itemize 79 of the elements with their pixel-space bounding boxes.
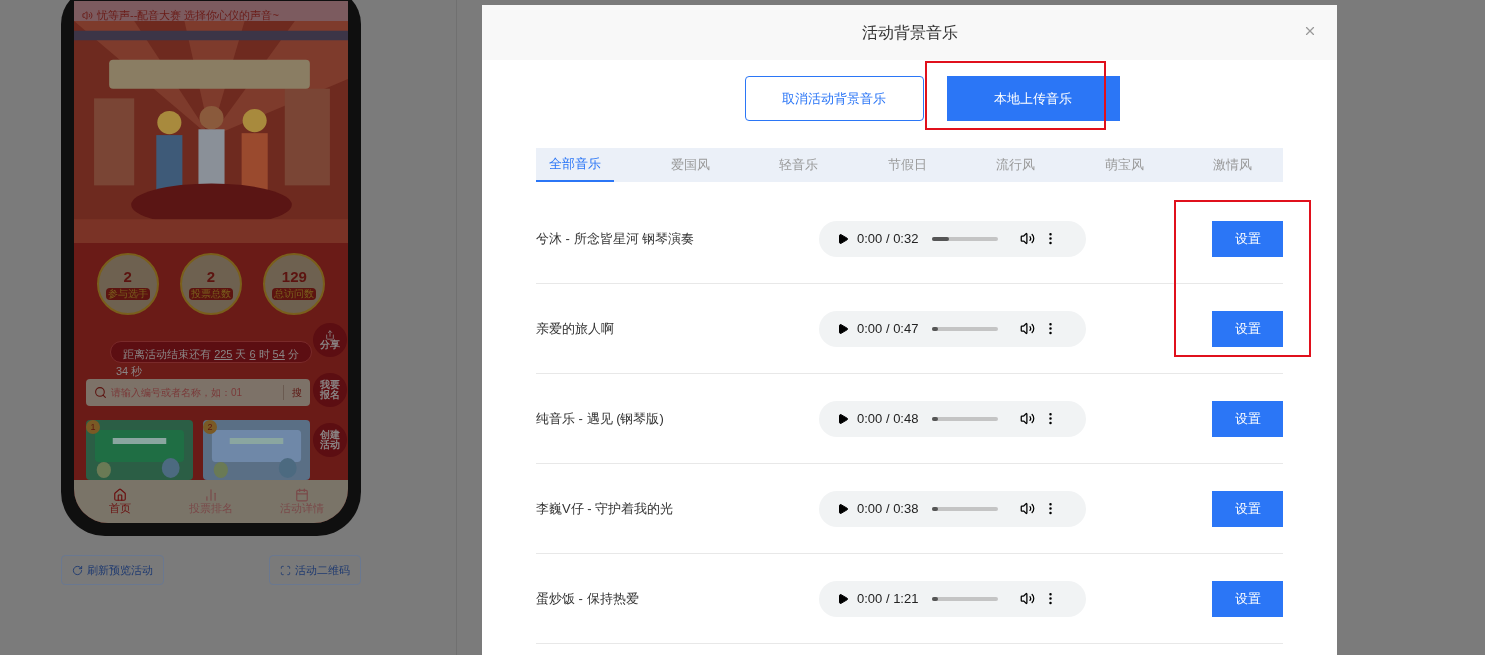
cancel-button[interactable]: 取消活动背景音乐 xyxy=(744,76,924,121)
countdown-seconds: 34 秒 xyxy=(116,366,144,378)
search-icon xyxy=(94,386,107,400)
play-icon[interactable] xyxy=(837,412,849,425)
category-tab[interactable]: 萌宝风 xyxy=(1091,148,1157,182)
countdown-number: 225 xyxy=(214,346,233,362)
audio-player[interactable]: 0:00 / 0:32 xyxy=(819,220,1086,257)
speaker-icon xyxy=(82,9,93,21)
time-text: 0:00 / 0:38 xyxy=(857,499,919,518)
nav-icon xyxy=(295,487,310,502)
volume-icon[interactable] xyxy=(1020,501,1036,516)
audio-player[interactable]: 0:00 / 0:47 xyxy=(819,310,1086,347)
volume-icon[interactable] xyxy=(1020,411,1036,426)
scan-icon xyxy=(280,564,291,576)
stat-value: 2 xyxy=(206,268,216,284)
stat-value: 2 xyxy=(123,268,132,284)
audio-player[interactable]: 0:00 / 0:38 xyxy=(819,490,1086,527)
preview-button[interactable]: 活动二维码 xyxy=(269,555,361,585)
float-button[interactable]: 创建活动 xyxy=(313,423,347,457)
float-button[interactable]: 分享 xyxy=(313,323,347,357)
preview-button[interactable]: 刷新预览活动 xyxy=(61,555,164,585)
category-tab[interactable]: 轻音乐 xyxy=(766,148,831,182)
time-text: 0:00 / 0:32 xyxy=(857,229,919,248)
rank-badge: 1 xyxy=(86,420,100,435)
search-button[interactable]: 搜 xyxy=(283,385,302,401)
play-icon[interactable] xyxy=(837,322,849,335)
upload-button[interactable]: 本地上传音乐 xyxy=(946,76,1120,121)
entry-card[interactable]: 2 xyxy=(203,420,310,481)
progress-track[interactable] xyxy=(932,416,999,421)
play-icon[interactable] xyxy=(837,502,849,515)
track-title: 李巍V仔 - 守护着我的光 xyxy=(536,499,675,518)
progress-track[interactable] xyxy=(932,236,999,241)
category-tab[interactable]: 全部音乐 xyxy=(536,148,614,182)
stat-label: 投票总数 xyxy=(189,287,233,301)
float-button[interactable]: 我要报名 xyxy=(313,373,347,407)
play-icon[interactable] xyxy=(837,592,849,605)
countdown-unit: 时 xyxy=(258,346,270,362)
stat-value: 129 xyxy=(281,268,307,284)
category-tab[interactable]: 激情风 xyxy=(1200,148,1265,182)
nav-tab[interactable]: 首页 xyxy=(74,480,166,523)
nav-icon xyxy=(204,487,218,502)
refresh-icon xyxy=(72,564,83,576)
entry-card[interactable]: 1 xyxy=(86,420,193,481)
time-text: 0:00 / 1:21 xyxy=(857,589,919,608)
countdown-text: 距离活动结束还有 xyxy=(123,346,212,362)
track-title: 蛋炒饭 - 保持热爱 xyxy=(536,589,640,608)
set-button[interactable]: 设置 xyxy=(1212,310,1283,347)
rank-badge: 2 xyxy=(203,420,217,435)
nav-icon xyxy=(112,487,127,502)
category-tab[interactable]: 流行风 xyxy=(983,148,1048,182)
progress-track[interactable] xyxy=(932,506,999,511)
track-title: 纯音乐 - 遇见 (钢琴版) xyxy=(536,409,665,428)
play-icon[interactable] xyxy=(837,232,849,245)
countdown-number: 54 xyxy=(272,346,285,362)
share-icon xyxy=(325,330,335,340)
set-button[interactable]: 设置 xyxy=(1212,400,1283,437)
track-title: 兮沐 - 所念皆星河 钢琴演奏 xyxy=(536,229,696,248)
stat-label: 参与选手 xyxy=(105,287,150,301)
countdown-number: 6 xyxy=(249,346,256,362)
progress-track[interactable] xyxy=(932,596,999,601)
audio-player[interactable]: 0:00 / 1:21 xyxy=(819,580,1086,617)
set-button[interactable]: 设置 xyxy=(1212,490,1283,527)
track-title: 亲爱的旅人啊 xyxy=(536,319,615,338)
countdown-unit: 分 xyxy=(287,346,299,362)
set-button[interactable]: 设置 xyxy=(1212,220,1283,257)
progress-track[interactable] xyxy=(932,326,999,331)
dialog-title: 活动背景音乐 xyxy=(861,22,958,43)
audio-player[interactable]: 0:00 / 0:48 xyxy=(819,400,1086,437)
volume-icon[interactable] xyxy=(1020,591,1036,606)
time-text: 0:00 / 0:48 xyxy=(857,409,919,428)
time-text: 0:00 / 0:47 xyxy=(857,319,919,338)
set-button[interactable]: 设置 xyxy=(1212,580,1283,617)
close-icon[interactable] xyxy=(1303,24,1317,38)
stat-label: 总访问数 xyxy=(272,287,317,301)
volume-icon[interactable] xyxy=(1020,231,1036,246)
volume-icon[interactable] xyxy=(1020,321,1036,336)
countdown-unit: 天 xyxy=(235,346,247,362)
category-tab[interactable]: 节假日 xyxy=(874,148,940,182)
category-tab[interactable]: 爱国风 xyxy=(657,148,723,182)
